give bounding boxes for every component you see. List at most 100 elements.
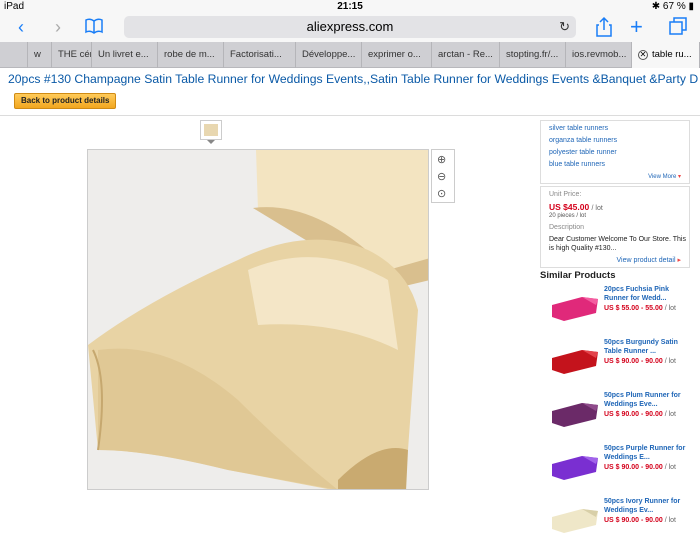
tab-item[interactable]: w [28,42,52,68]
similar-product-image[interactable] [552,291,598,321]
tab-item[interactable]: THE cér [52,42,92,68]
tab-label: exprimer o... [368,49,421,60]
price-range: US $ 90.00 - 90.00 [604,411,663,418]
related-link[interactable]: blue table runners [549,161,605,168]
bookmarks-icon[interactable] [84,16,104,41]
related-link[interactable]: silver table runners [549,125,608,132]
tab-item[interactable]: Un livret e... [92,42,158,68]
price-unit: / lot [664,411,677,418]
similar-product-price: US $ 90.00 - 90.00 / lot [604,517,676,524]
tab-item-active[interactable]: ✕ table ru... [632,42,700,68]
tab-label: robe de m... [164,49,215,60]
zoom-controls: ⊕ ⊖ ⊙ [431,149,455,203]
tab-label: arctan - Re... [438,49,493,60]
similar-product-item[interactable]: 50pcs Ivory Runner for Weddings Ev... US… [540,497,690,547]
similar-product-price: US $ 55.00 - 55.00 / lot [604,305,676,312]
tab-item[interactable]: Développe... [296,42,362,68]
product-title[interactable]: 20pcs #130 Champagne Satin Table Runner … [8,72,698,86]
unit-price: US $45.00 / lot [549,202,603,212]
tab-bar: w THE cér Un livret e... robe de m... Fa… [0,42,700,68]
browser-toolbar: ‹ › aliexpress.com ↻ + [0,14,700,42]
tab-label: Développe... [302,49,356,60]
zoom-in-icon[interactable]: ⊕ [437,153,446,166]
price-range: US $ 90.00 - 90.00 [604,517,663,524]
view-product-detail-link[interactable]: View product detail ▸ [617,256,682,264]
view-detail-label: View product detail [616,257,676,264]
price-box: Unit Price: US $45.00 / lot 20 pieces / … [540,186,690,268]
price-unit: / lot [664,358,677,365]
tab-label: table ru... [652,49,692,60]
new-tab-icon[interactable]: + [630,16,643,38]
price-range: US $ 55.00 - 55.00 [604,305,663,312]
status-bar: iPad 21:15 ✱ 67 % ▮ [0,0,700,14]
back-to-product-button[interactable]: Back to product details [14,93,117,109]
tab-label: w [34,49,41,60]
related-links-box: silver table runners organza table runne… [540,120,690,184]
similar-product-image[interactable] [552,344,598,374]
tab-item[interactable]: ios.revmob... [566,42,632,68]
forward-icon[interactable]: › [55,16,61,38]
price-unit: / lot [591,205,603,212]
similar-product-price: US $ 90.00 - 90.00 / lot [604,411,676,418]
tab-item[interactable]: robe de m... [158,42,224,68]
similar-product-item[interactable]: 50pcs Burgundy Satin Table Runner ... US… [540,338,690,388]
similar-product-item[interactable]: 50pcs Purple Runner for Weddings E... US… [540,444,690,494]
tab-item[interactable]: stopting.fr/... [500,42,566,68]
tabs-overview-icon[interactable] [668,16,688,41]
similar-product-name[interactable]: 50pcs Plum Runner for Weddings Eve... [604,391,690,409]
related-link[interactable]: polyester table runner [549,149,617,156]
price-range: US $ 90.00 - 90.00 [604,464,663,471]
thumbnail-image [204,124,218,136]
clock: 21:15 [337,1,363,12]
zoom-out-icon[interactable]: ⊖ [437,170,446,183]
caret-down-icon: ▾ [677,174,681,180]
divider [0,115,700,116]
similar-product-name[interactable]: 20pcs Fuchsia Pink Runner for Wedd... [604,285,690,303]
similar-product-name[interactable]: 50pcs Burgundy Satin Table Runner ... [604,338,690,356]
similar-product-image[interactable] [552,450,598,480]
similar-product-item[interactable]: 20pcs Fuchsia Pink Runner for Wedd... US… [540,285,690,335]
close-tab-icon[interactable]: ✕ [638,50,648,60]
tab-item[interactable]: Factorisati... [224,42,296,68]
similar-product-name[interactable]: 50pcs Ivory Runner for Weddings Ev... [604,497,690,515]
tab-label: ios.revmob... [572,49,627,60]
share-icon[interactable] [595,16,613,43]
similar-product-price: US $ 90.00 - 90.00 / lot [604,358,676,365]
tab-item[interactable]: exprimer o... [362,42,432,68]
price-unit: / lot [664,305,677,312]
zoom-reset-icon[interactable]: ⊙ [437,187,446,200]
url-text: aliexpress.com [306,19,394,34]
price-unit: / lot [664,517,677,524]
price-value: US $45.00 [549,202,590,212]
unit-price-label: Unit Price: [549,191,582,198]
address-bar[interactable]: aliexpress.com ↻ [124,16,576,38]
tab-label: Un livret e... [98,49,149,60]
back-icon[interactable]: ‹ [18,16,24,38]
tab-label: stopting.fr/... [506,49,559,60]
tab-label: Factorisati... [230,49,282,60]
tab-label: THE cér [58,49,92,60]
battery-indicator: ✱ 67 % ▮ [651,1,694,12]
pieces-per-lot: 20 pieces / lot [549,213,587,219]
bluetooth-icon: ✱ [651,1,663,12]
price-unit: / lot [664,464,677,471]
similar-product-image[interactable] [552,397,598,427]
similar-product-name[interactable]: 50pcs Purple Runner for Weddings E... [604,444,690,462]
price-range: US $ 90.00 - 90.00 [604,358,663,365]
similar-product-price: US $ 90.00 - 90.00 / lot [604,464,676,471]
similar-product-item[interactable]: 50pcs Plum Runner for Weddings Eve... US… [540,391,690,441]
battery-percent: 67 % [662,1,686,12]
thumbnail-caret-icon [207,140,215,144]
reload-icon[interactable]: ↻ [559,16,570,38]
web-page: 20pcs #130 Champagne Satin Table Runner … [0,68,700,533]
caret-right-icon: ▸ [677,257,681,264]
product-main-image[interactable] [87,149,429,490]
tab-item[interactable] [0,42,28,68]
related-link[interactable]: organza table runners [549,137,617,144]
tab-item[interactable]: arctan - Re... [432,42,500,68]
description-label: Description [549,224,585,231]
product-thumbnail[interactable] [200,120,222,140]
view-more-link[interactable]: View More ▾ [648,173,681,180]
description-text: Dear Customer Welcome To Our Store. This… [549,236,686,252]
similar-product-image[interactable] [552,503,598,533]
